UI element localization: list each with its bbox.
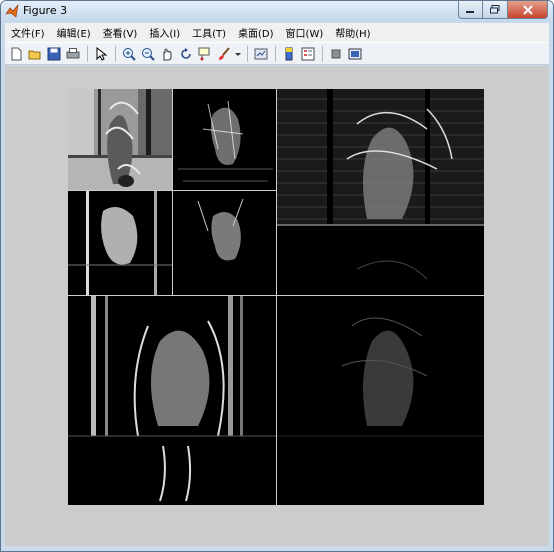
- insert-colorbar-button[interactable]: [280, 45, 298, 63]
- brush-button[interactable]: [215, 45, 233, 63]
- toolbar-separator: [87, 45, 88, 62]
- maximize-button[interactable]: [483, 1, 508, 19]
- menu-bar: 文件(F) 编辑(E) 查看(V) 插入(I) 工具(T) 桌面(D) 窗口(W…: [5, 23, 549, 42]
- legend-icon: [301, 47, 315, 60]
- print-icon: [66, 47, 80, 58]
- rotate-icon: [181, 47, 191, 59]
- toolbar-separator: [115, 45, 116, 62]
- detail-diagonal-level2: [173, 191, 276, 295]
- pan-button[interactable]: [158, 45, 176, 63]
- data-cursor-icon: [198, 47, 210, 60]
- brush-dropdown[interactable]: [234, 45, 242, 63]
- link-plot-button[interactable]: [252, 45, 270, 63]
- new-figure-button[interactable]: [7, 45, 25, 63]
- edit-plot-button[interactable]: [92, 45, 110, 63]
- close-icon: [522, 4, 533, 15]
- zoom-in-icon: [123, 47, 136, 61]
- rotate-button[interactable]: [177, 45, 195, 63]
- hide-plot-tools-icon: [331, 49, 341, 58]
- open-file-icon: [28, 50, 41, 59]
- detail-horizontal-level1: [277, 89, 484, 295]
- menu-file[interactable]: 文件(F): [5, 25, 51, 40]
- insert-legend-button[interactable]: [299, 45, 317, 63]
- detail-horizontal-level2: [173, 89, 276, 190]
- menu-window[interactable]: 窗口(W): [280, 25, 330, 40]
- open-file-button[interactable]: [26, 45, 44, 63]
- save-icon: [47, 47, 61, 60]
- menu-insert[interactable]: 插入(I): [143, 25, 186, 40]
- new-figure-icon: [11, 47, 22, 60]
- toolbar-separator: [322, 45, 323, 62]
- pointer-icon: [96, 46, 108, 61]
- show-plot-tools-icon: [348, 48, 362, 59]
- brush-icon: [219, 46, 230, 60]
- restore-icon: [490, 5, 500, 14]
- print-button[interactable]: [64, 45, 82, 63]
- menu-desktop[interactable]: 桌面(D): [232, 25, 280, 40]
- approximation-image: [68, 89, 172, 190]
- toolbar-separator: [247, 45, 248, 62]
- colorbar-icon: [285, 47, 293, 60]
- matlab-icon: [5, 4, 19, 18]
- window-title: Figure 3: [23, 4, 68, 17]
- zoom-in-button[interactable]: [120, 45, 138, 63]
- minimize-icon: [466, 10, 474, 13]
- hide-plot-tools-button[interactable]: [327, 45, 345, 63]
- figure-window: Figure 3 文件(F) 编辑(E) 查看(V) 插入(I) 工具(T) 桌…: [0, 0, 554, 552]
- menu-help[interactable]: 帮助(H): [329, 25, 376, 40]
- link-plot-icon: [254, 48, 268, 59]
- menu-view[interactable]: 查看(V): [97, 25, 144, 40]
- figure-toolbar: [5, 42, 549, 65]
- menu-tools[interactable]: 工具(T): [186, 25, 232, 40]
- figure-canvas[interactable]: [5, 66, 549, 546]
- data-cursor-button[interactable]: [196, 45, 214, 63]
- title-bar[interactable]: Figure 3: [1, 1, 553, 22]
- minimize-button[interactable]: [458, 1, 483, 19]
- toolbar-separator: [275, 45, 276, 62]
- show-plot-tools-button[interactable]: [346, 45, 364, 63]
- zoom-out-button[interactable]: [139, 45, 157, 63]
- detail-vertical-level1: [68, 296, 276, 505]
- dropdown-icon: [235, 52, 241, 56]
- zoom-out-icon: [142, 47, 155, 61]
- close-button[interactable]: [508, 1, 548, 19]
- detail-diagonal-level1: [277, 296, 484, 505]
- detail-vertical-level2: [68, 191, 172, 295]
- menu-edit[interactable]: 编辑(E): [51, 25, 97, 40]
- save-button[interactable]: [45, 45, 63, 63]
- pan-icon: [163, 48, 172, 60]
